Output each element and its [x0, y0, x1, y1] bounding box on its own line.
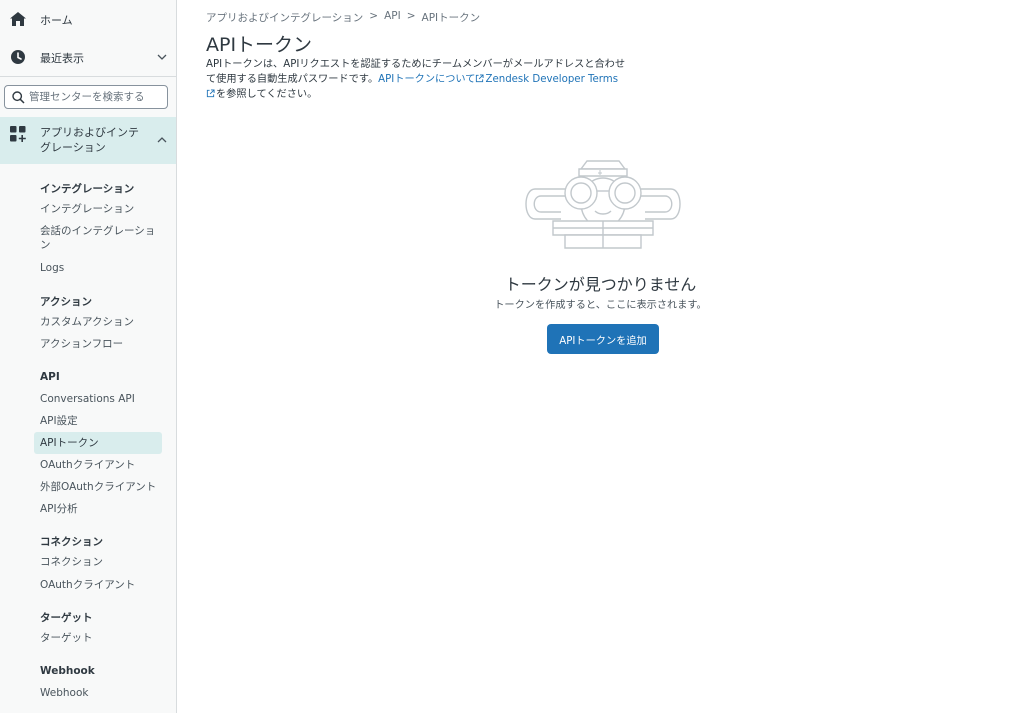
- sidebar-item-api-settings[interactable]: API設定: [40, 414, 164, 428]
- empty-state-subtitle: トークンを作成すると、ここに表示されます。: [494, 300, 707, 311]
- sidebar-item-webhooks[interactable]: Webhook: [40, 686, 164, 700]
- about-api-tokens-link-text: APIトークンについて: [378, 74, 476, 85]
- empty-state-title: トークンが見つかりません: [504, 275, 697, 294]
- section-heading-targets: ターゲット: [40, 612, 93, 624]
- about-api-tokens-link[interactable]: APIトークンについて: [378, 74, 475, 85]
- section-heading-api: API: [40, 371, 60, 383]
- sidebar-item-oauth-clients[interactable]: OAuthクライアント: [40, 458, 164, 472]
- external-link-icon: [206, 89, 215, 98]
- description-suffix: を参照してください。: [216, 89, 318, 100]
- breadcrumb-separator: >: [369, 10, 379, 22]
- breadcrumb-api[interactable]: API: [384, 10, 401, 25]
- apps-icon: [10, 126, 26, 142]
- nav-apps-integrations[interactable]: アプリおよびインテグレーション: [0, 117, 176, 164]
- add-api-token-button[interactable]: APIトークンを追加: [547, 324, 659, 354]
- section-heading-actions: アクション: [40, 296, 92, 308]
- nav-recent[interactable]: 最近表示: [0, 38, 176, 76]
- breadcrumb: アプリおよびインテグレーション > API > APIトークン: [206, 10, 480, 25]
- search-input[interactable]: [29, 88, 165, 106]
- sidebar-divider: [0, 76, 176, 77]
- sidebar-item-targets[interactable]: ターゲット: [40, 631, 164, 645]
- nav-apps-label: アプリおよびインテグレーション: [40, 126, 139, 154]
- clock-icon: [11, 50, 25, 64]
- page-description: APIトークンは、APIリクエストを認証するためにチームメンバーがメールアドレス…: [206, 57, 626, 102]
- sidebar-item-conversation-integrations[interactable]: 会話のインテグレーション: [40, 224, 164, 252]
- home-icon: [10, 12, 26, 26]
- sidebar-item-integrations[interactable]: インテグレーション: [40, 202, 164, 216]
- nav-recent-label: 最近表示: [40, 52, 84, 65]
- empty-state-sailor-binoculars-icon: [525, 160, 681, 249]
- sidebar-item-logs[interactable]: Logs: [40, 261, 164, 275]
- breadcrumb-separator: >: [406, 10, 416, 22]
- external-link-icon: [476, 74, 485, 83]
- sidebar-item-action-flows[interactable]: アクションフロー: [40, 337, 164, 351]
- chevron-down-icon: [157, 54, 167, 60]
- sidebar-item-api-analytics[interactable]: API分析: [40, 502, 164, 516]
- main-content: アプリおよびインテグレーション > API > APIトークン APIトークン …: [177, 0, 1024, 713]
- section-heading-integrations: インテグレーション: [40, 183, 135, 195]
- section-heading-webhooks: Webhook: [40, 665, 95, 677]
- sidebar-item-conversations-api[interactable]: Conversations API: [40, 392, 164, 406]
- sidebar-item-connection-oauth-clients[interactable]: OAuthクライアント: [40, 578, 164, 592]
- nav-home[interactable]: ホーム: [0, 0, 176, 38]
- page-title: APIトークン: [206, 34, 313, 56]
- developer-terms-link-text: Zendesk Developer Terms: [485, 74, 618, 85]
- sidebar: ホーム 最近表示 アプリおよびインテグレーション インテグレーション イ: [0, 0, 177, 713]
- developer-terms-link[interactable]: Zendesk Developer Terms: [485, 74, 618, 85]
- sidebar-item-external-oauth-clients[interactable]: 外部OAuthクライアント: [40, 480, 164, 494]
- breadcrumb-current: APIトークン: [421, 12, 481, 24]
- sidebar-item-custom-actions[interactable]: カスタムアクション: [40, 315, 164, 329]
- search-icon: [12, 91, 25, 104]
- section-heading-connections: コネクション: [40, 536, 103, 548]
- search-box: [4, 85, 168, 109]
- chevron-up-icon: [157, 137, 167, 143]
- breadcrumb-apps[interactable]: アプリおよびインテグレーション: [206, 10, 363, 25]
- sidebar-item-connections[interactable]: コネクション: [40, 555, 164, 569]
- nav-home-label: ホーム: [40, 14, 73, 27]
- sidebar-item-api-tokens[interactable]: APIトークン: [34, 432, 162, 454]
